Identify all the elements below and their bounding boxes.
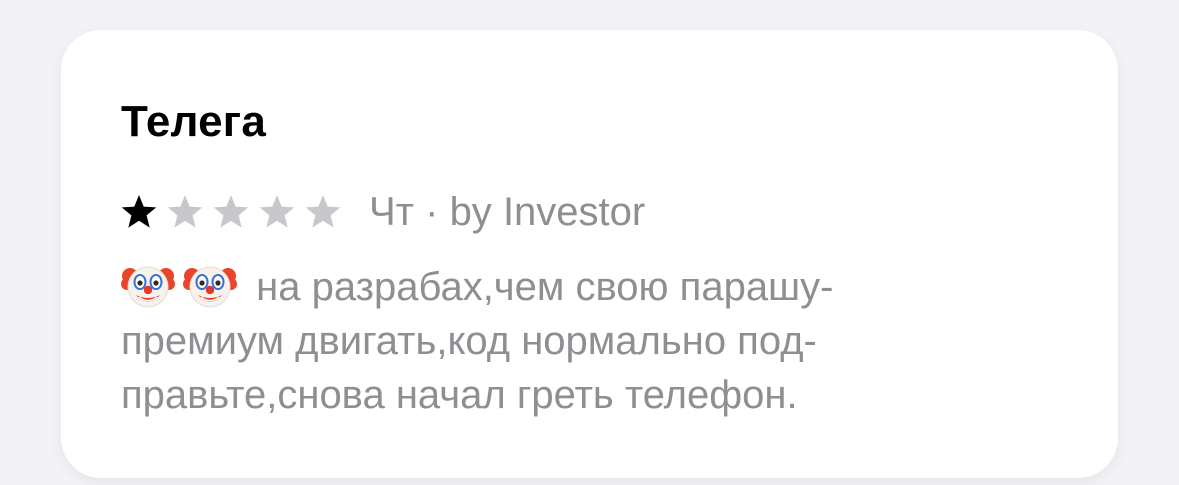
star-rating (119, 192, 349, 232)
review-date-author: Чт · by Investor (369, 184, 645, 240)
clown-face-icon (183, 258, 237, 312)
meta-separator: · (425, 190, 439, 234)
review-card[interactable]: Телега Чт · by Investor на разрабах,чем … (61, 30, 1118, 478)
review-title: Телега (121, 97, 266, 146)
star-icon (211, 192, 251, 232)
review-author: Investor (502, 190, 646, 234)
clown-face-icon (121, 258, 175, 312)
review-text-line-3: правьте,снова начал греть телефон. (121, 373, 798, 417)
review-text-line-1: на разрабах,чем свою парашу- (256, 265, 834, 309)
review-text-line-2: премиум двигать,код нормально под- (121, 319, 817, 363)
review-line: на разрабах,чем свою парашу- (121, 258, 1021, 314)
star-icon (119, 192, 159, 232)
star-icon (303, 192, 343, 232)
star-icon (257, 192, 297, 232)
review-meta: Чт · by Investor (119, 184, 645, 240)
review-body: на разрабах,чем свою парашу- премиум дви… (121, 258, 1021, 422)
author-prefix: by (449, 190, 492, 234)
review-date: Чт (369, 190, 414, 234)
star-icon (165, 192, 205, 232)
